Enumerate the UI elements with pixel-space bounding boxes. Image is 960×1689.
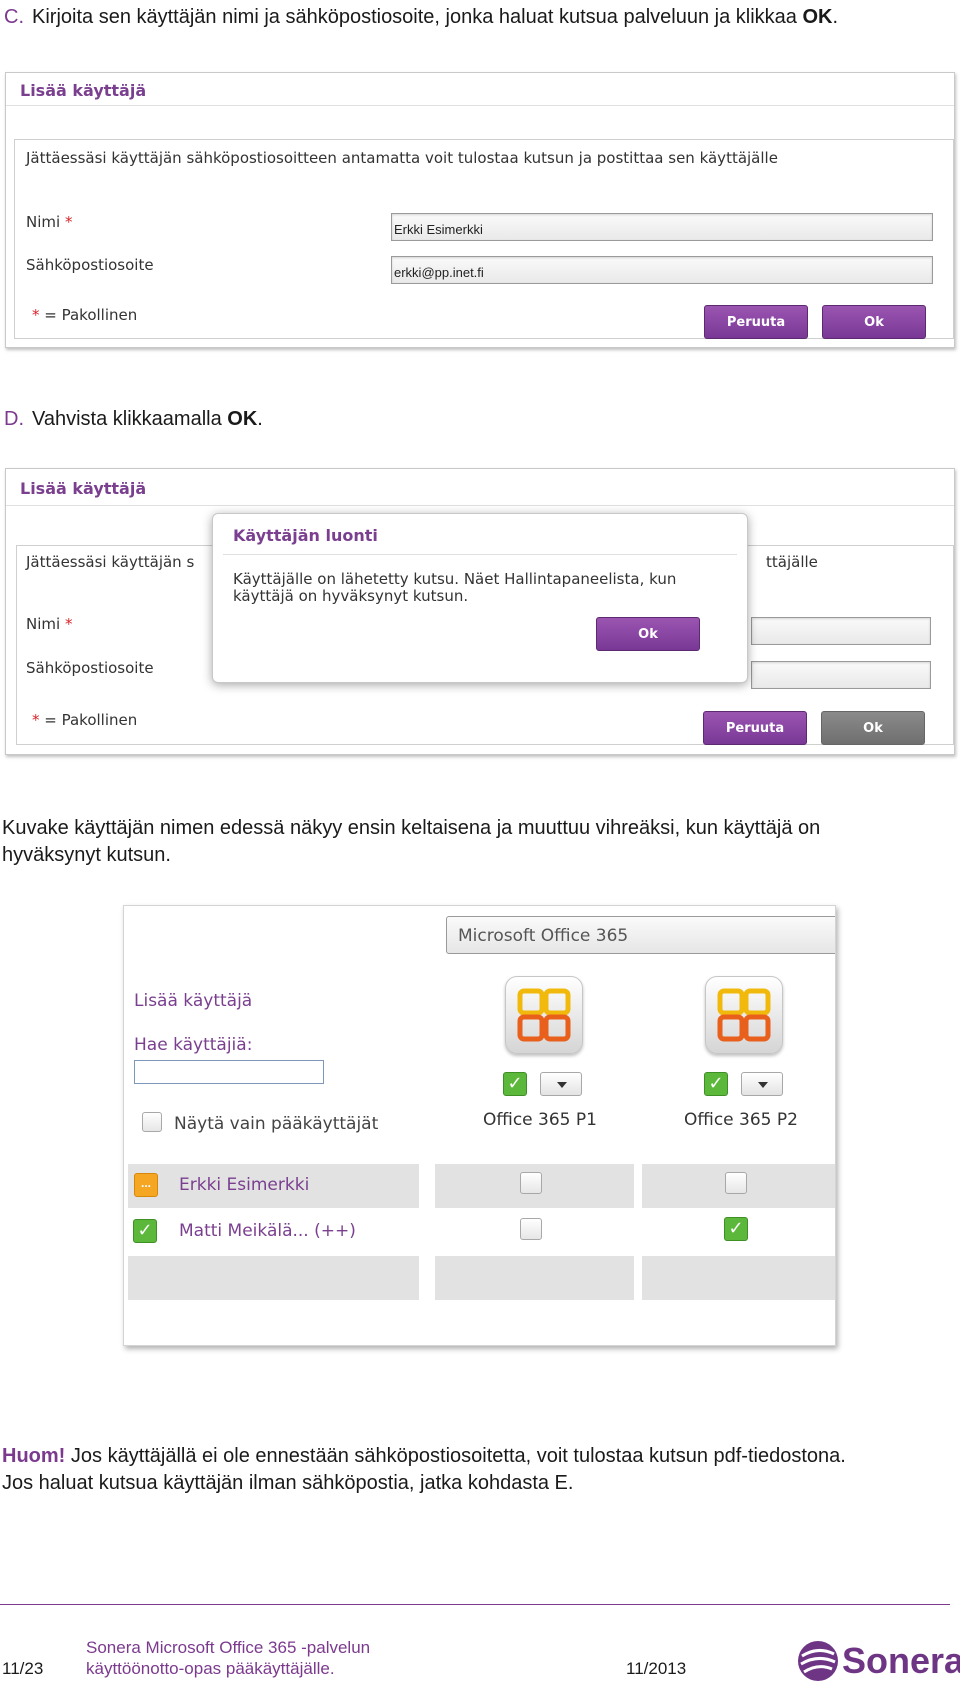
p1-dropdown[interactable] bbox=[540, 1072, 582, 1096]
icon-explanation: Kuvake käyttäjän nimen edessä näkyy ensi… bbox=[2, 817, 821, 866]
row1-p1-checkbox[interactable] bbox=[520, 1172, 542, 1194]
step-d-letter: D. bbox=[4, 408, 24, 430]
accepted-status-icon: ✓ bbox=[133, 1219, 157, 1243]
note-huom: Huom! bbox=[2, 1445, 66, 1467]
email-field[interactable] bbox=[751, 661, 931, 689]
sonera-logo-text: Sonera bbox=[842, 1640, 960, 1681]
name-label-text: Nimi bbox=[26, 615, 61, 633]
legend-star: * bbox=[32, 306, 40, 324]
search-label: Hae käyttäjiä: bbox=[134, 1035, 253, 1055]
row2-p1-checkbox[interactable] bbox=[520, 1218, 542, 1240]
sonera-logo: Sonera bbox=[796, 1638, 960, 1686]
step-c-text: Kirjoita sen käyttäjän nimi ja sähköpost… bbox=[32, 6, 803, 28]
modal-divider bbox=[223, 554, 737, 555]
step-d-text: Vahvista klikkaamalla bbox=[32, 408, 228, 430]
info-text-right: ttäjälle bbox=[766, 553, 818, 571]
modal-ok-button[interactable]: Ok bbox=[596, 617, 700, 651]
name-label-text: Nimi bbox=[26, 213, 61, 231]
legend-star: * bbox=[32, 711, 40, 729]
doc-date: 11/2013 bbox=[626, 1659, 687, 1678]
email-label: Sähköpostiosoite bbox=[26, 659, 154, 677]
required-mark: * bbox=[64, 615, 73, 633]
required-legend: * = Pakollinen bbox=[32, 306, 137, 324]
step-c-instruction: C. Kirjoita sen käyttäjän nimi ja sähköpo… bbox=[4, 5, 838, 29]
step-d-ok: OK bbox=[227, 408, 258, 430]
legend-text: = Pakollinen bbox=[44, 306, 138, 324]
info-text: Jättäessäsi käyttäjän sähköpostiosoittee… bbox=[26, 149, 778, 167]
add-user-dialog: Lisää käyttäjä Jättäessäsi käyttäjän säh… bbox=[5, 72, 955, 348]
dialog-title: Lisää käyttäjä bbox=[20, 479, 147, 498]
p2-dropdown[interactable] bbox=[741, 1072, 783, 1096]
footer-divider bbox=[0, 1604, 950, 1605]
p2-select-all-checkbox[interactable]: ✓ bbox=[704, 1072, 728, 1096]
row3-name-cell bbox=[128, 1256, 419, 1300]
doc-title-line2: käyttöönotto-opas pääkäyttäjälle. bbox=[86, 1659, 335, 1678]
modal-message-line2: käyttäjä on hyväksynyt kutsun. bbox=[233, 587, 469, 605]
office-p1-icon bbox=[505, 976, 583, 1054]
name-label: Nimi * bbox=[26, 213, 72, 231]
info-text-left: Jättäessäsi käyttäjän s bbox=[26, 553, 195, 571]
note-line1: Jos käyttäjällä ei ole ennestään sähköpo… bbox=[65, 1445, 846, 1467]
required-legend: * = Pakollinen bbox=[32, 711, 137, 729]
sonera-logo-icon bbox=[798, 1641, 838, 1681]
cancel-button[interactable]: Peruuta bbox=[703, 711, 807, 745]
row1-p2-checkbox[interactable] bbox=[725, 1172, 747, 1194]
admins-only-checkbox[interactable] bbox=[142, 1112, 162, 1132]
note-line2: Jos haluat kutsua käyttäjän ilman sähköp… bbox=[2, 1472, 574, 1494]
ok-button[interactable]: Ok bbox=[822, 305, 926, 339]
name-field[interactable] bbox=[751, 617, 931, 645]
doc-title-line1: Sonera Microsoft Office 365 -palvelun bbox=[86, 1638, 371, 1657]
product-select[interactable]: Microsoft Office 365 bbox=[446, 916, 835, 954]
page-number: 11/23 bbox=[2, 1659, 44, 1678]
plan-p1-label: Office 365 P1 bbox=[483, 1110, 597, 1130]
email-field[interactable]: erkki@pp.inet.fi bbox=[391, 256, 933, 284]
plan-p2-label: Office 365 P2 bbox=[684, 1110, 798, 1130]
add-user-link[interactable]: Lisää käyttäjä bbox=[134, 991, 252, 1011]
name-label: Nimi * bbox=[26, 615, 72, 633]
step-d-instruction: D. Vahvista klikkaamalla OK. bbox=[4, 407, 263, 431]
title-divider bbox=[6, 505, 954, 506]
pending-status-icon: ... bbox=[134, 1173, 158, 1197]
user-name-link[interactable]: Erkki Esimerkki bbox=[179, 1175, 309, 1195]
required-mark: * bbox=[64, 213, 73, 231]
row3-p1-cell bbox=[435, 1256, 634, 1300]
email-label: Sähköpostiosoite bbox=[26, 256, 154, 274]
title-divider bbox=[6, 105, 954, 106]
admins-only-label: Näytä vain pääkäyttäjät bbox=[174, 1114, 379, 1134]
legend-text: = Pakollinen bbox=[44, 711, 138, 729]
row2-p2-checkbox-checked[interactable]: ✓ bbox=[724, 1217, 748, 1241]
cancel-button[interactable]: Peruuta bbox=[704, 305, 808, 339]
modal-title: Käyttäjän luonti bbox=[233, 526, 378, 545]
p1-select-all-checkbox[interactable]: ✓ bbox=[503, 1072, 527, 1096]
search-input[interactable] bbox=[134, 1060, 324, 1084]
note-paragraph: Huom! Jos käyttäjällä ei ole ennestään s… bbox=[2, 1443, 952, 1497]
user-created-modal: Käyttäjän luonti Käyttäjälle on lähetett… bbox=[212, 513, 748, 683]
step-c-ok: OK bbox=[802, 6, 833, 28]
name-field[interactable]: Erkki Esimerkki bbox=[391, 213, 933, 241]
office-p2-icon bbox=[705, 976, 783, 1054]
modal-message-line1: Käyttäjälle on lähetetty kutsu. Näet Hal… bbox=[233, 570, 677, 588]
step-c-letter: C. bbox=[4, 6, 24, 28]
user-license-panel: Microsoft Office 365 Lisää käyttäjä Hae … bbox=[123, 905, 836, 1346]
add-user-dialog-confirm: Lisää käyttäjä Jättäessäsi käyttäjän s t… bbox=[5, 468, 955, 755]
user-name-link[interactable]: Matti Meikälä... (++) bbox=[179, 1221, 356, 1241]
ok-button-disabled: Ok bbox=[821, 711, 925, 745]
step-d-end: . bbox=[257, 408, 263, 430]
row3-p2-cell bbox=[642, 1256, 835, 1300]
step-c-end: . bbox=[832, 6, 839, 28]
dialog-title: Lisää käyttäjä bbox=[20, 81, 147, 100]
